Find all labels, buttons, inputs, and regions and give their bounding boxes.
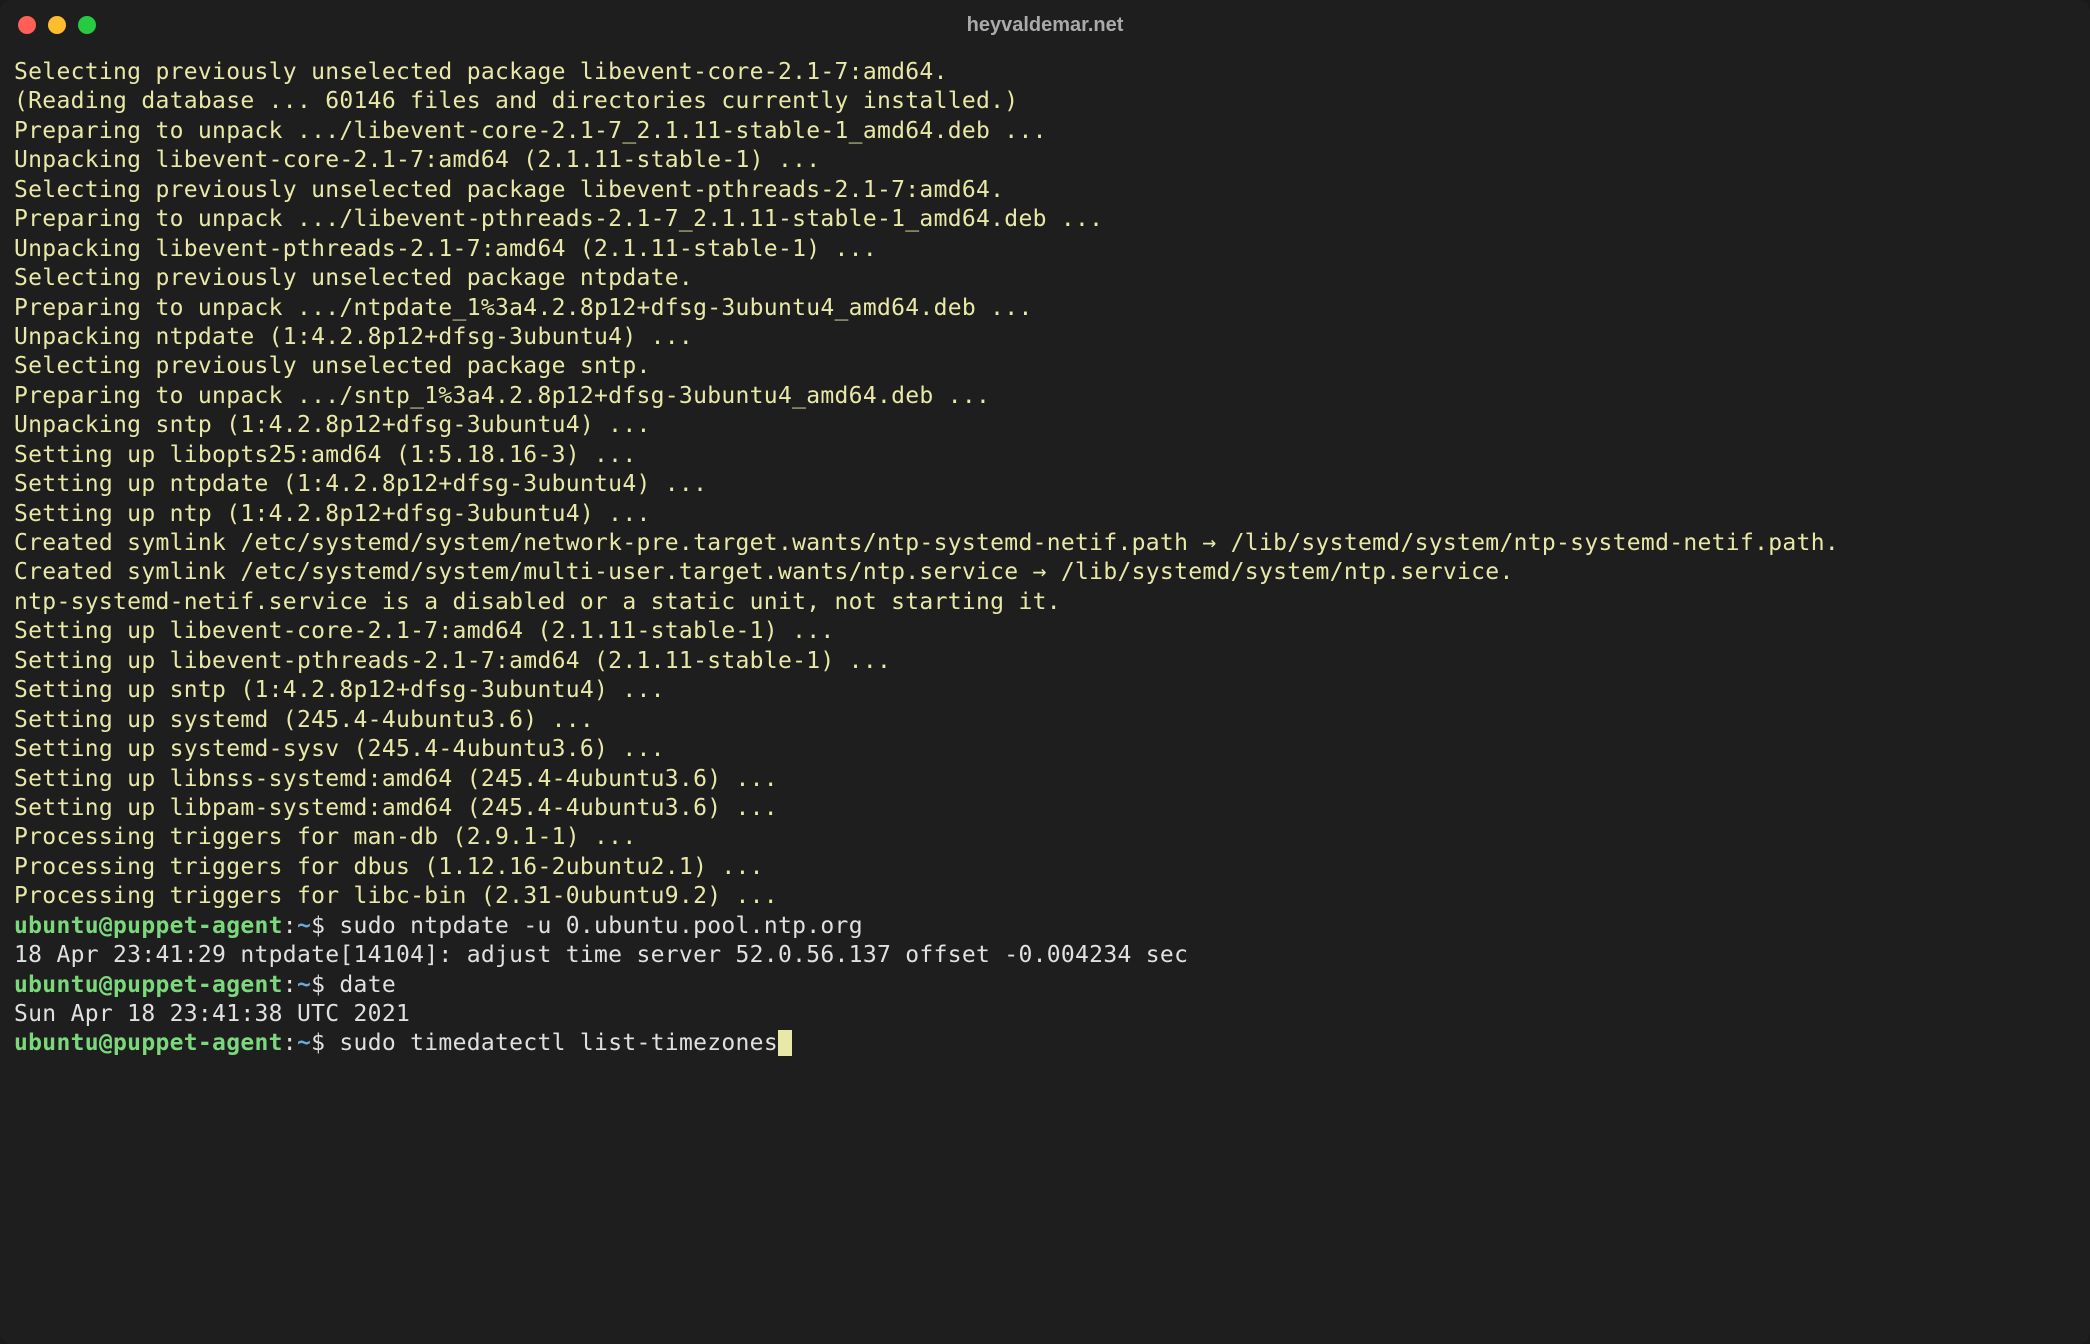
- output-line: Setting up libnss-systemd:amd64 (245.4-4…: [14, 766, 778, 792]
- output-line: (Reading database ... 60146 files and di…: [14, 88, 1018, 114]
- prompt-separator: :: [283, 972, 297, 998]
- prompt-dollar: $: [311, 972, 339, 998]
- titlebar: heyvaldemar.net: [0, 0, 2090, 50]
- prompt-path: ~: [297, 913, 311, 939]
- prompt-userhost: ubuntu@puppet-agent: [14, 913, 283, 939]
- output-line: Unpacking libevent-core-2.1-7:amd64 (2.1…: [14, 147, 820, 173]
- traffic-lights: [18, 16, 96, 34]
- output-line: Setting up sntp (1:4.2.8p12+dfsg-3ubuntu…: [14, 677, 665, 703]
- close-icon[interactable]: [18, 16, 36, 34]
- output-line: Selecting previously unselected package …: [14, 177, 1004, 203]
- output-line: Selecting previously unselected package …: [14, 59, 948, 85]
- output-line: Unpacking sntp (1:4.2.8p12+dfsg-3ubuntu4…: [14, 412, 651, 438]
- output-line: Processing triggers for man-db (2.9.1-1)…: [14, 824, 636, 850]
- output-line: Processing triggers for dbus (1.12.16-2u…: [14, 854, 764, 880]
- command-text: sudo ntpdate -u 0.ubuntu.pool.ntp.org: [339, 913, 862, 939]
- output-line: Preparing to unpack .../libevent-pthread…: [14, 206, 1103, 232]
- output-line: Processing triggers for libc-bin (2.31-0…: [14, 883, 778, 909]
- output-line: Selecting previously unselected package …: [14, 265, 693, 291]
- prompt-separator: :: [283, 913, 297, 939]
- window-title: heyvaldemar.net: [967, 14, 1124, 37]
- output-line: Setting up systemd (245.4-4ubuntu3.6) ..…: [14, 707, 594, 733]
- output-line: Setting up libopts25:amd64 (1:5.18.16-3)…: [14, 442, 636, 468]
- prompt-userhost: ubuntu@puppet-agent: [14, 972, 283, 998]
- prompt-path: ~: [297, 1030, 311, 1056]
- maximize-icon[interactable]: [78, 16, 96, 34]
- output-line: Created symlink /etc/systemd/system/mult…: [14, 559, 1514, 585]
- command-text: sudo timedatectl list-timezones: [339, 1030, 778, 1056]
- terminal-body[interactable]: Selecting previously unselected package …: [0, 50, 2090, 1067]
- output-line: Preparing to unpack .../libevent-core-2.…: [14, 118, 1047, 144]
- output-line: Setting up ntpdate (1:4.2.8p12+dfsg-3ubu…: [14, 471, 707, 497]
- minimize-icon[interactable]: [48, 16, 66, 34]
- terminal-output: Selecting previously unselected package …: [14, 59, 1839, 909]
- cursor-icon: [778, 1030, 792, 1056]
- date-output: Sun Apr 18 23:41:38 UTC 2021: [14, 1001, 410, 1027]
- output-line: Setting up systemd-sysv (245.4-4ubuntu3.…: [14, 736, 665, 762]
- prompt-dollar: $: [311, 1030, 339, 1056]
- ntpdate-output: 18 Apr 23:41:29 ntpdate[14104]: adjust t…: [14, 942, 1188, 968]
- prompt-separator: :: [283, 1030, 297, 1056]
- output-line: Setting up ntp (1:4.2.8p12+dfsg-3ubuntu4…: [14, 501, 651, 527]
- output-line: Setting up libevent-core-2.1-7:amd64 (2.…: [14, 618, 835, 644]
- output-line: Unpacking ntpdate (1:4.2.8p12+dfsg-3ubun…: [14, 324, 693, 350]
- output-line: Preparing to unpack .../sntp_1%3a4.2.8p1…: [14, 383, 990, 409]
- prompt-userhost: ubuntu@puppet-agent: [14, 1030, 283, 1056]
- prompt-path: ~: [297, 972, 311, 998]
- command-text: date: [339, 972, 396, 998]
- prompt-dollar: $: [311, 913, 339, 939]
- output-line: Created symlink /etc/systemd/system/netw…: [14, 530, 1839, 556]
- output-line: Setting up libpam-systemd:amd64 (245.4-4…: [14, 795, 778, 821]
- output-line: Selecting previously unselected package …: [14, 353, 651, 379]
- output-line: Preparing to unpack .../ntpdate_1%3a4.2.…: [14, 295, 1033, 321]
- output-line: ntp-systemd-netif.service is a disabled …: [14, 589, 1061, 615]
- terminal-window: heyvaldemar.net Selecting previously uns…: [0, 0, 2090, 1344]
- output-line: Unpacking libevent-pthreads-2.1-7:amd64 …: [14, 236, 877, 262]
- output-line: Setting up libevent-pthreads-2.1-7:amd64…: [14, 648, 891, 674]
